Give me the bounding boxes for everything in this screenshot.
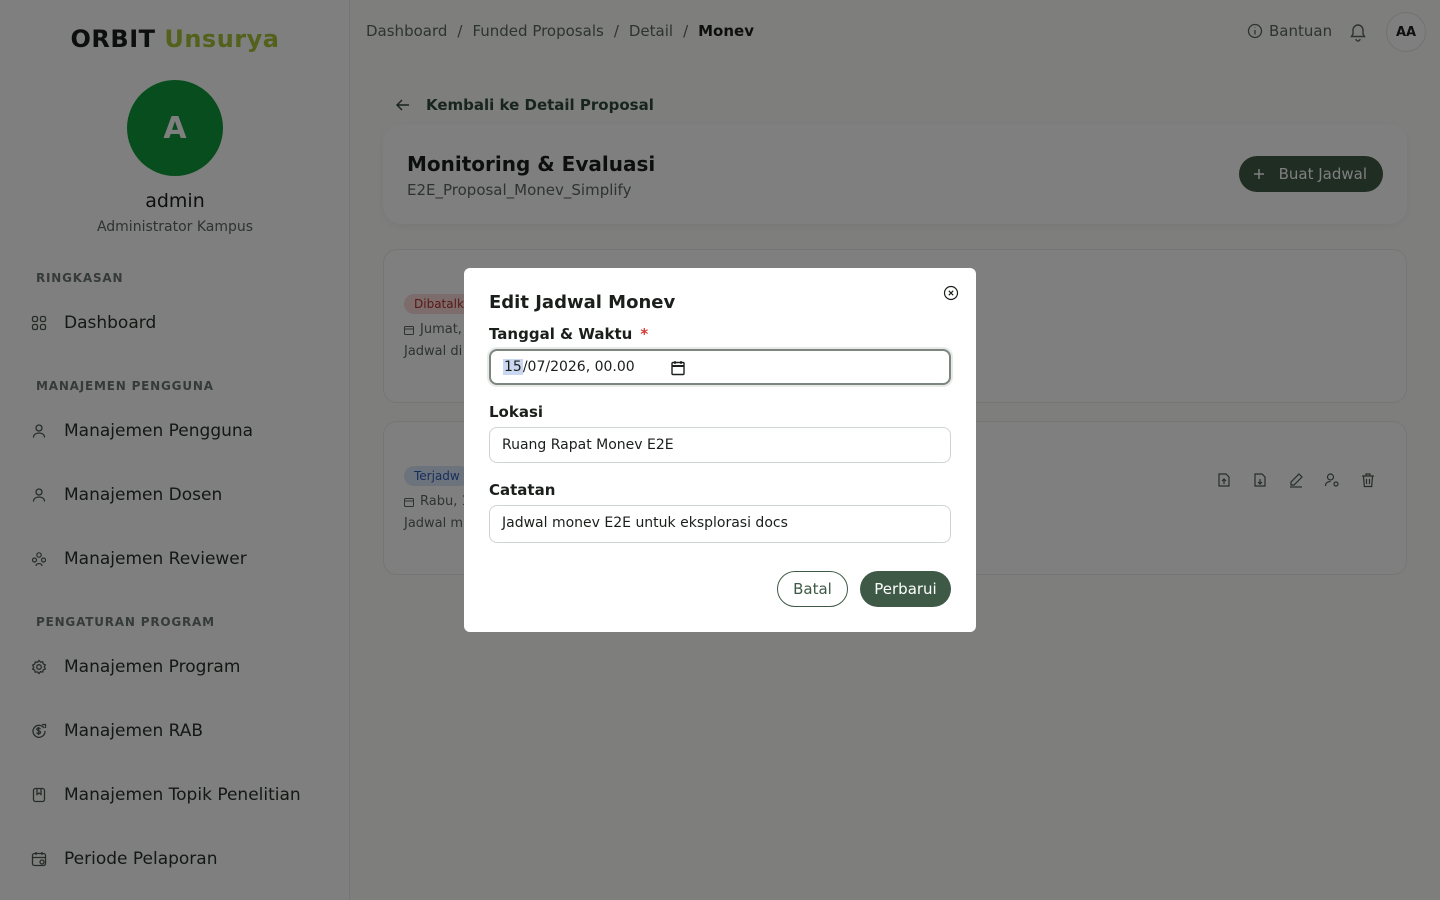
- cancel-button[interactable]: Batal: [777, 571, 848, 607]
- close-icon[interactable]: [943, 285, 959, 301]
- edit-schedule-modal: Edit Jadwal Monev Tanggal & Waktu * 15/07…: [464, 268, 976, 632]
- notes-textarea[interactable]: Jadwal monev E2E untuk eksplorasi docs: [489, 505, 951, 543]
- required-marker: *: [640, 325, 649, 343]
- datetime-day-segment[interactable]: 15: [503, 359, 523, 375]
- datetime-input[interactable]: 15/07/2026, 00.00: [489, 349, 951, 385]
- datetime-label: Tanggal & Waktu *: [489, 325, 649, 343]
- location-label: Lokasi: [489, 403, 544, 421]
- datetime-rest[interactable]: /07/2026, 00.00: [523, 359, 635, 375]
- update-button[interactable]: Perbarui: [860, 571, 951, 607]
- location-input[interactable]: Ruang Rapat Monev E2E: [489, 427, 951, 463]
- notes-label: Catatan: [489, 481, 556, 499]
- calendar-picker-icon[interactable]: [671, 360, 685, 376]
- modal-title: Edit Jadwal Monev: [489, 292, 676, 313]
